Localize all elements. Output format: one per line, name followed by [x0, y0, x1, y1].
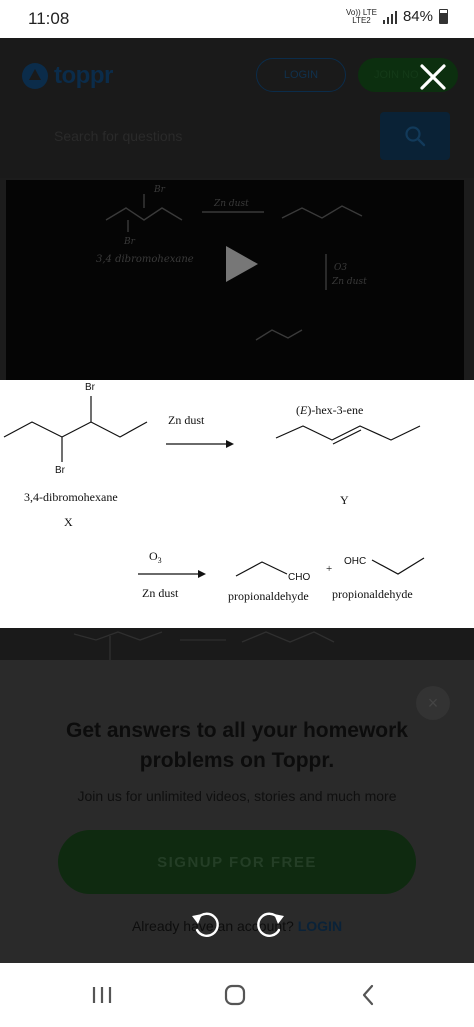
logo-icon	[22, 63, 48, 89]
sketch-zn-dust-2: Zn dust	[331, 277, 367, 287]
strip-sketch	[73, 631, 335, 660]
back-button[interactable]	[348, 981, 388, 1009]
product-label: Y	[340, 493, 349, 507]
signup-subtext: Join us for unlimited videos, stories an…	[77, 788, 397, 804]
search-button[interactable]	[380, 112, 450, 160]
background-strip	[0, 628, 474, 664]
solution-image: Br Br 3,4-dibromohexane X Zn dust (E)-he…	[0, 380, 474, 628]
cho-label: CHO	[288, 572, 310, 583]
sketch-o3: O3	[334, 263, 347, 273]
network-bottom-label: LTE2	[352, 15, 371, 25]
product-structure	[275, 425, 421, 445]
logo-text: toppr	[54, 62, 113, 89]
network-indicator: Vo)) LTE LTE2	[346, 8, 377, 25]
ohc-label: OHC	[344, 556, 366, 567]
battery-icon	[439, 9, 448, 24]
navigation-bar	[0, 963, 474, 1027]
already-have-account: Already have an account? LOGIN	[20, 918, 454, 934]
reagent-zn-dust-2: Zn dust	[142, 586, 179, 600]
rotate-left-icon[interactable]	[188, 906, 224, 942]
home-button[interactable]	[215, 981, 255, 1009]
panel-login-link[interactable]: LOGIN	[298, 918, 342, 934]
plus-sign: +	[326, 563, 332, 575]
search-icon	[405, 126, 426, 147]
search-input[interactable]: Search for questions	[34, 116, 380, 160]
play-icon[interactable]	[226, 246, 258, 282]
propionaldehyde-structure-1	[235, 561, 288, 577]
product-3-name: propionaldehyde	[332, 587, 413, 601]
panel-close-button[interactable]: ×	[416, 686, 450, 720]
battery-percent: 84%	[402, 8, 433, 25]
sketch-br-top: Br	[153, 185, 166, 195]
site-header: toppr LOGIN JOIN NO Search for questions	[0, 38, 474, 178]
home-icon	[224, 984, 246, 1006]
recents-icon	[92, 987, 112, 1003]
reactant-label: X	[64, 515, 73, 529]
br-bottom-label: Br	[55, 465, 66, 476]
video-player[interactable]: Br Br Zn dust 3,4 dibromohexane O3 Zn du…	[6, 180, 464, 380]
reagent-zn-dust: Zn dust	[168, 413, 205, 427]
header-login-button[interactable]: LOGIN	[256, 58, 346, 92]
product-name: (E)-hex-3-ene	[296, 403, 363, 417]
rotate-right-icon[interactable]	[252, 906, 288, 942]
reagent-o3: O3	[149, 549, 162, 565]
status-indicators: Vo)) LTE LTE2 84%	[346, 8, 448, 25]
signup-heading: Get answers to all your homework problem…	[66, 719, 408, 772]
sketch-br-bottom: Br	[123, 237, 136, 247]
close-icon[interactable]	[410, 58, 456, 98]
sketch-zn-dust: Zn dust	[213, 199, 249, 209]
signup-prompt: × Get answers to all your homework probl…	[0, 660, 474, 963]
signup-button[interactable]: SIGNUP FOR FREE	[58, 830, 416, 894]
signal-icon	[382, 10, 397, 24]
recents-button[interactable]	[82, 981, 122, 1009]
product-2-name: propionaldehyde	[228, 589, 309, 603]
status-bar: 11:08 Vo)) LTE LTE2 84%	[0, 0, 474, 38]
reactant-name: 3,4-dibromohexane	[24, 490, 118, 504]
reaction-scheme: Br Br 3,4-dibromohexane X Zn dust (E)-he…	[3, 382, 425, 603]
toppr-logo[interactable]: toppr	[22, 62, 113, 90]
br-top-label: Br	[85, 382, 96, 393]
status-time: 11:08	[28, 9, 70, 28]
sketch-caption: 3,4 dibromohexane	[96, 254, 194, 265]
reactant-structure	[3, 396, 148, 462]
back-icon	[362, 984, 374, 1006]
propionaldehyde-structure-2	[371, 557, 425, 575]
